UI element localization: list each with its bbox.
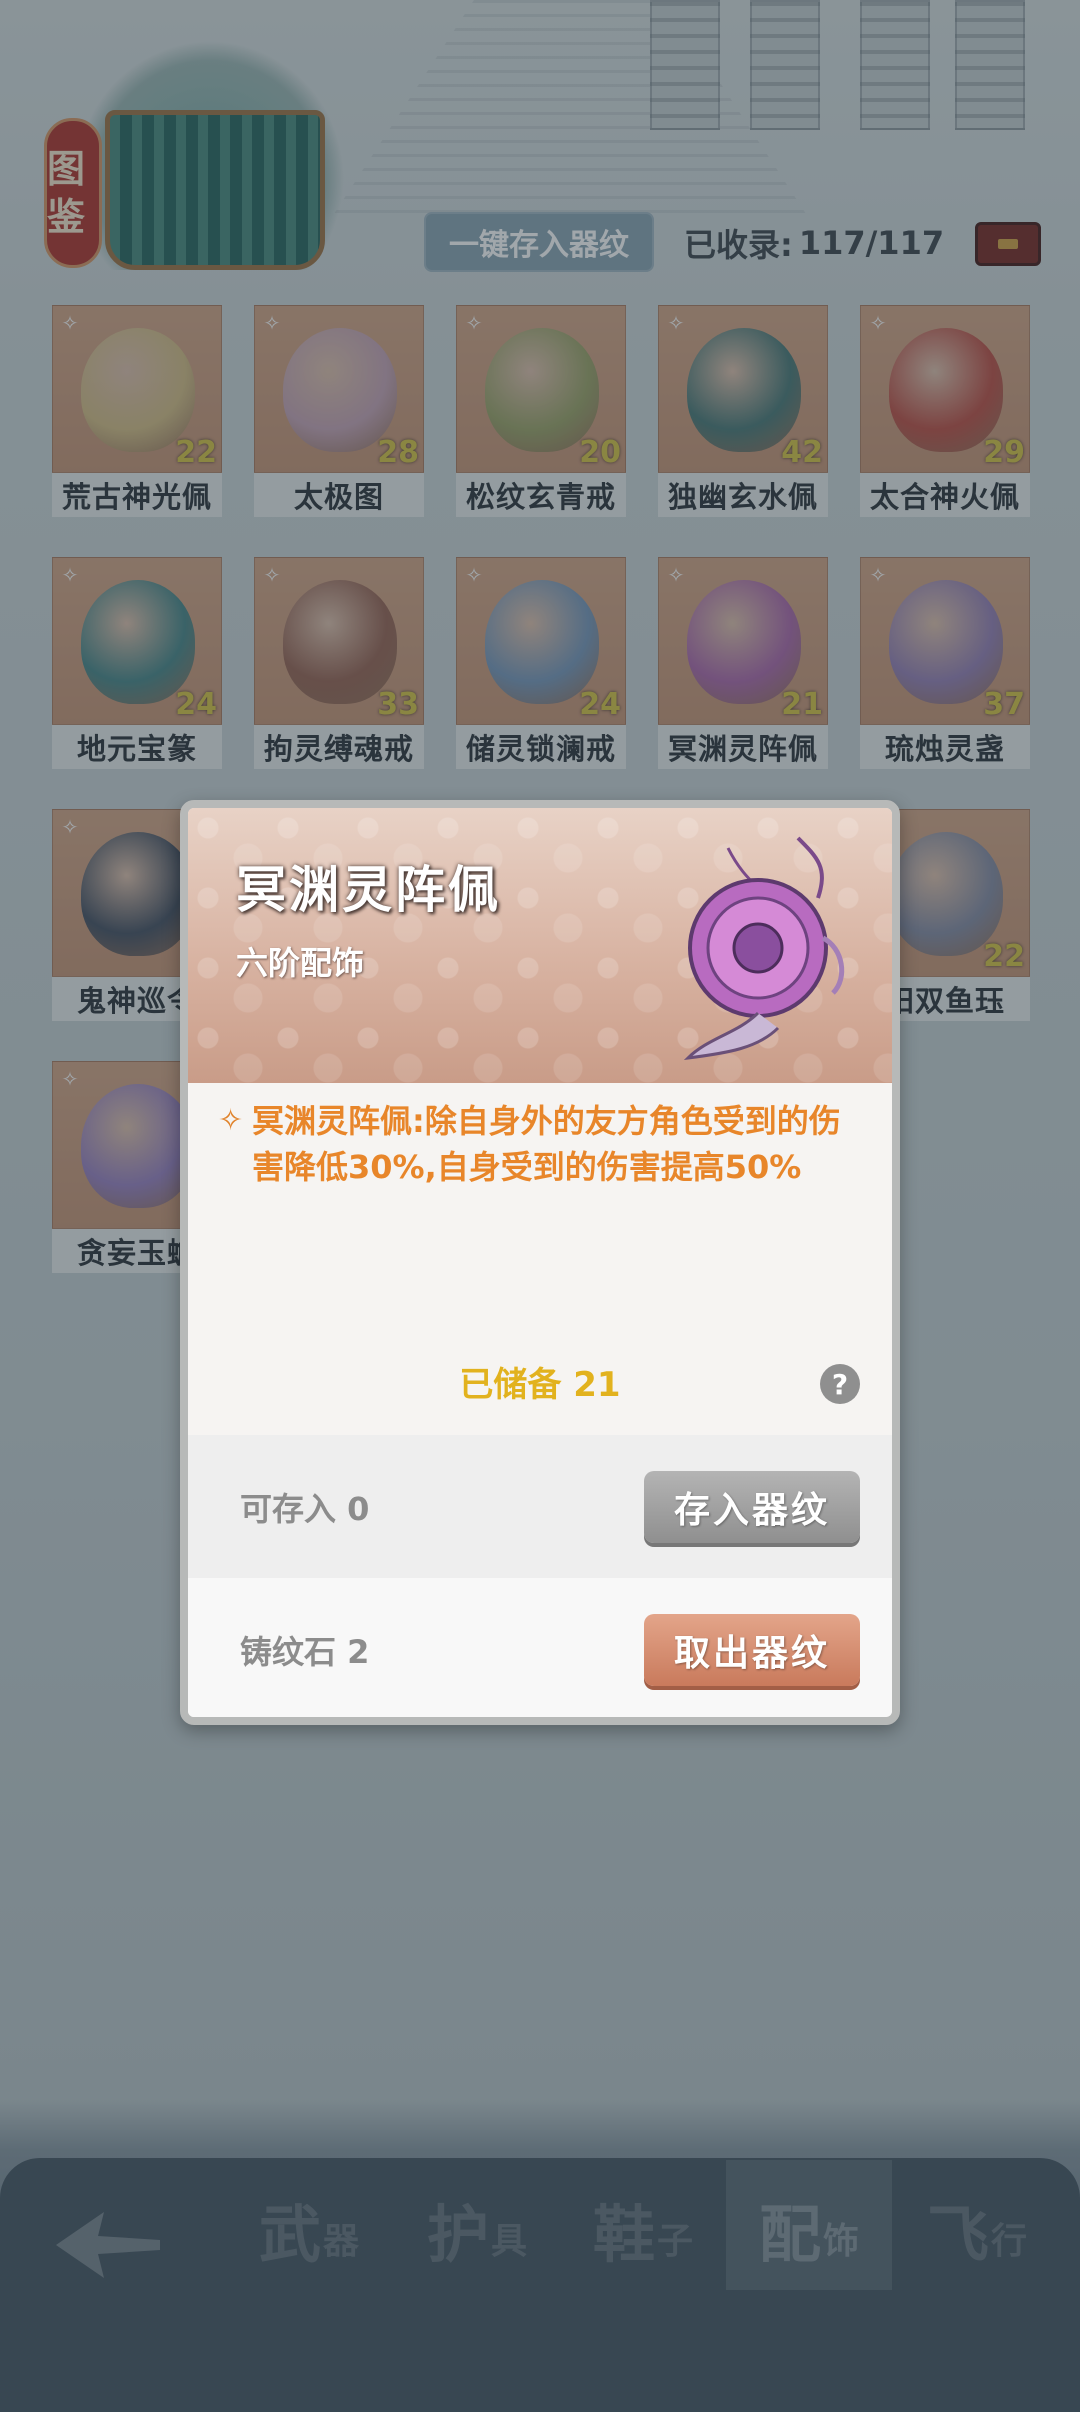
- extract-row: 铸纹石 2 取出器纹: [188, 1578, 892, 1717]
- stored-count: 已储备 21: [459, 1364, 621, 1405]
- item-detail-dialog: 冥渊灵阵佩 六阶配饰 ✧ 冥渊灵阵佩:除自身外的友方角色受到的伤害降低30%,自…: [180, 800, 900, 1725]
- dialog-subtitle: 六阶配饰: [236, 944, 365, 982]
- item-description: ✧ 冥渊灵阵佩:除自身外的友方角色受到的伤害降低30%,自身受到的伤害提高50%: [218, 1098, 868, 1190]
- store-pattern-button[interactable]: 存入器纹: [644, 1471, 860, 1543]
- pattern-stone-count: 铸纹石 2: [240, 1632, 370, 1671]
- dialog-title: 冥渊灵阵佩: [236, 861, 501, 919]
- description-text: 冥渊灵阵佩:除自身外的友方角色受到的伤害降低30%,自身受到的伤害提高50%: [252, 1102, 841, 1186]
- storable-count: 可存入 0: [240, 1489, 370, 1528]
- item-artwork: [683, 836, 845, 1061]
- store-row: 可存入 0 存入器纹: [188, 1435, 892, 1578]
- extract-pattern-button[interactable]: 取出器纹: [644, 1614, 860, 1686]
- diamond-bullet-icon: ✧: [218, 1103, 244, 1138]
- help-icon[interactable]: ?: [820, 1364, 860, 1404]
- dialog-header: 冥渊灵阵佩 六阶配饰: [188, 808, 892, 1083]
